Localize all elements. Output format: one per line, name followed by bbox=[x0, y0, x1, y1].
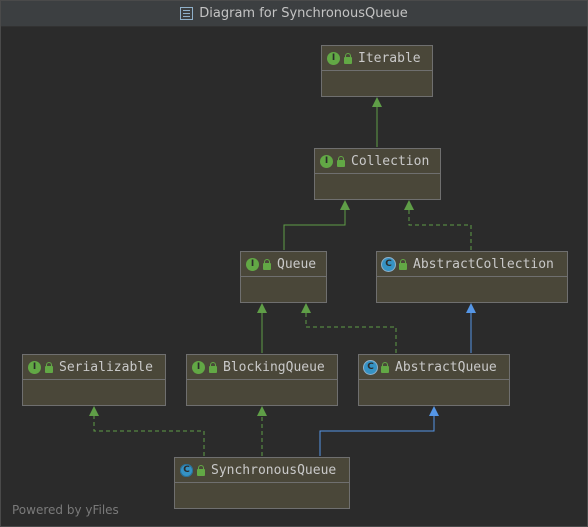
interface-icon: I bbox=[28, 360, 41, 374]
interface-icon: I bbox=[246, 257, 259, 271]
edge-queue-collection bbox=[283, 210, 346, 250]
arrowhead-blockingqueue bbox=[257, 406, 267, 416]
node-label: BlockingQueue bbox=[223, 359, 325, 375]
arrowhead-queue-left bbox=[257, 303, 267, 313]
class-icon: C bbox=[180, 463, 193, 477]
arrowhead-iterable bbox=[372, 97, 382, 107]
node-label: Collection bbox=[351, 153, 430, 169]
public-lock-icon bbox=[344, 52, 352, 64]
edge-abstractqueue-queue bbox=[305, 313, 397, 353]
interface-icon: I bbox=[320, 154, 333, 168]
node-header: C AbstractCollection bbox=[377, 252, 567, 277]
public-lock-icon bbox=[209, 361, 217, 373]
node-header: I Collection bbox=[315, 149, 440, 174]
node-synchronous-queue[interactable]: C SynchronousQueue bbox=[174, 457, 350, 509]
public-lock-icon bbox=[263, 258, 271, 270]
edge-synchronousqueue-serializable bbox=[93, 416, 205, 456]
edge-synchronousqueue-abstractqueue bbox=[319, 416, 435, 456]
arrowhead-abstractcollection bbox=[466, 303, 476, 313]
node-header: C SynchronousQueue bbox=[175, 458, 349, 483]
diagram-window: Diagram for SynchronousQueue I Iterable … bbox=[0, 0, 588, 527]
node-label: AbstractCollection bbox=[413, 256, 554, 272]
node-header: C AbstractQueue bbox=[359, 355, 509, 380]
node-label: SynchronousQueue bbox=[211, 462, 337, 478]
node-header: I Iterable bbox=[322, 46, 432, 71]
edge-abstractcollection-collection bbox=[408, 210, 472, 250]
arrowhead-serializable bbox=[89, 406, 99, 416]
arrowhead-collection-left bbox=[340, 200, 350, 210]
public-lock-icon bbox=[399, 258, 407, 270]
node-abstract-collection[interactable]: C AbstractCollection bbox=[376, 251, 568, 303]
arrowhead-collection-right bbox=[404, 200, 414, 210]
arrowhead-queue-right bbox=[301, 303, 311, 313]
public-lock-icon bbox=[337, 155, 345, 167]
node-label: Queue bbox=[277, 256, 317, 272]
abstract-class-icon: C bbox=[382, 257, 395, 271]
arrowhead-abstractqueue bbox=[429, 406, 439, 416]
node-queue[interactable]: I Queue bbox=[240, 251, 327, 303]
node-collection[interactable]: I Collection bbox=[314, 148, 441, 200]
interface-icon: I bbox=[327, 51, 340, 65]
node-serializable[interactable]: I Serializable bbox=[22, 354, 166, 406]
public-lock-icon bbox=[381, 361, 389, 373]
node-blocking-queue[interactable]: I BlockingQueue bbox=[186, 354, 338, 406]
node-label: Iterable bbox=[358, 50, 421, 66]
node-label: AbstractQueue bbox=[395, 359, 497, 375]
node-header: I BlockingQueue bbox=[187, 355, 337, 380]
public-lock-icon bbox=[45, 361, 53, 373]
node-header: I Serializable bbox=[23, 355, 165, 380]
node-iterable[interactable]: I Iterable bbox=[321, 45, 433, 97]
diagram-canvas[interactable]: I Iterable I Collection I Queue C Abstra… bbox=[1, 1, 587, 526]
abstract-class-icon: C bbox=[364, 360, 377, 374]
node-header: I Queue bbox=[241, 252, 326, 277]
node-abstract-queue[interactable]: C AbstractQueue bbox=[358, 354, 510, 406]
powered-by-label: Powered by yFiles bbox=[12, 503, 119, 517]
public-lock-icon bbox=[197, 464, 205, 476]
node-label: Serializable bbox=[59, 359, 153, 375]
interface-icon: I bbox=[192, 360, 205, 374]
